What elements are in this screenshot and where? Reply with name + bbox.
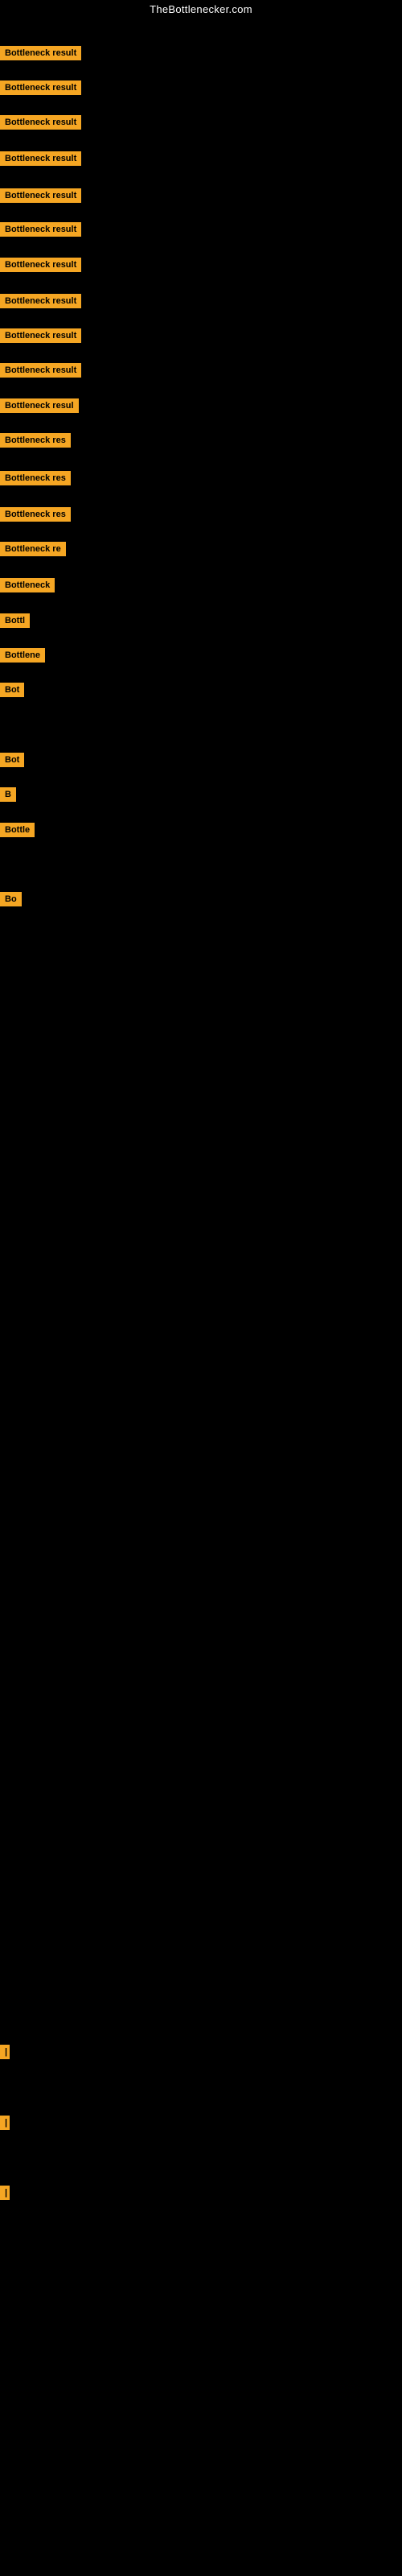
site-title: TheBottlenecker.com	[0, 0, 402, 20]
bottleneck-badge-row-25: |	[0, 2116, 10, 2134]
bottleneck-badge[interactable]: Bottleneck result	[0, 258, 81, 272]
bottleneck-badge[interactable]: Bottleneck result	[0, 151, 81, 166]
bottleneck-badge[interactable]: Bottleneck result	[0, 363, 81, 378]
bottleneck-badge-row-18: Bottlene	[0, 648, 45, 667]
bottleneck-badge-row-17: Bottl	[0, 613, 30, 632]
bottleneck-badge-row-13: Bottleneck res	[0, 471, 71, 489]
bottleneck-badge[interactable]: Bot	[0, 683, 24, 697]
bottleneck-badge-row-3: Bottleneck result	[0, 115, 81, 134]
bottleneck-badge-row-22: Bottle	[0, 823, 35, 841]
bottleneck-badge-row-8: Bottleneck result	[0, 294, 81, 312]
bottleneck-badge-row-21: B	[0, 787, 16, 806]
bottleneck-badge-row-20: Bot	[0, 753, 24, 771]
bottleneck-badge-row-1: Bottleneck result	[0, 46, 81, 64]
bottleneck-badge[interactable]: Bottleneck resul	[0, 398, 79, 413]
bottleneck-badge[interactable]: |	[0, 2045, 10, 2059]
bottleneck-badge-row-7: Bottleneck result	[0, 258, 81, 276]
bottleneck-badge[interactable]: Bottleneck res	[0, 433, 71, 448]
bottleneck-badge[interactable]: |	[0, 2186, 10, 2200]
bottleneck-badge-row-4: Bottleneck result	[0, 151, 81, 170]
bottleneck-badge-row-11: Bottleneck resul	[0, 398, 79, 417]
bottleneck-badge-row-24: |	[0, 2045, 10, 2063]
bottleneck-badge[interactable]: Bottle	[0, 823, 35, 837]
bottleneck-badge[interactable]: B	[0, 787, 16, 802]
bottleneck-badge-row-16: Bottleneck	[0, 578, 55, 597]
bottleneck-badge[interactable]: Bottleneck result	[0, 115, 81, 130]
bottleneck-badge-row-26: |	[0, 2186, 10, 2204]
bottleneck-badge-row-23: Bo	[0, 892, 22, 910]
bottleneck-badge-row-19: Bot	[0, 683, 24, 701]
bottleneck-badge[interactable]: Bottleneck result	[0, 328, 81, 343]
bottleneck-badge[interactable]: Bottleneck result	[0, 294, 81, 308]
bottleneck-badge-row-2: Bottleneck result	[0, 80, 81, 99]
bottleneck-badge[interactable]: Bottleneck result	[0, 46, 81, 60]
bottleneck-badge-row-5: Bottleneck result	[0, 188, 81, 207]
bottleneck-badge[interactable]: Bo	[0, 892, 22, 906]
bottleneck-badge[interactable]: Bottl	[0, 613, 30, 628]
bottleneck-badge[interactable]: Bottleneck result	[0, 80, 81, 95]
bottleneck-badge-row-6: Bottleneck result	[0, 222, 81, 241]
bottleneck-badge[interactable]: Bottleneck res	[0, 471, 71, 485]
bottleneck-badge-row-9: Bottleneck result	[0, 328, 81, 347]
bottleneck-badge[interactable]: Bottleneck result	[0, 222, 81, 237]
bottleneck-badge[interactable]: Bottleneck re	[0, 542, 66, 556]
bottleneck-badge[interactable]: Bottlene	[0, 648, 45, 663]
bottleneck-badge-row-10: Bottleneck result	[0, 363, 81, 382]
bottleneck-badge[interactable]: |	[0, 2116, 10, 2130]
bottleneck-badge[interactable]: Bottleneck res	[0, 507, 71, 522]
bottleneck-badge-row-14: Bottleneck res	[0, 507, 71, 526]
bottleneck-badge-row-15: Bottleneck re	[0, 542, 66, 560]
bottleneck-badge[interactable]: Bot	[0, 753, 24, 767]
bottleneck-badge-row-12: Bottleneck res	[0, 433, 71, 452]
bottleneck-badge[interactable]: Bottleneck result	[0, 188, 81, 203]
bottleneck-badge[interactable]: Bottleneck	[0, 578, 55, 592]
